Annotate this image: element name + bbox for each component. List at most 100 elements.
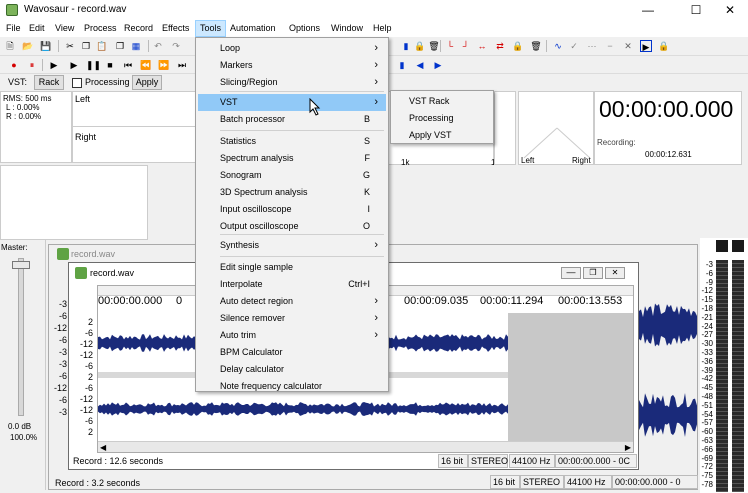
close-button[interactable]: ✕ [710,0,748,20]
play-from-start-icon[interactable]: ▶ [48,59,60,71]
crop-icon[interactable]: ▦ [130,40,142,52]
tools-menu-item[interactable]: Sonogram G [198,167,386,184]
menu-help[interactable]: Help [369,20,396,37]
menu-item-shortcut: B [363,114,370,124]
tools-menu-item[interactable]: Auto detect region › [198,293,386,310]
forward-icon[interactable]: ⏩ [158,59,170,71]
region-lock-icon[interactable]: 🔒 [512,40,524,52]
trash-icon[interactable]: 🗑 [428,40,440,52]
menu-edit[interactable]: Edit [25,20,49,37]
tools-menu-item[interactable]: VST › [198,94,386,111]
menu-view[interactable]: View [51,20,78,37]
db-tick: 2 [87,372,93,382]
tools-menu-item[interactable]: 3D Spectrum analysis K [198,184,386,201]
menu-record[interactable]: Record [120,20,157,37]
check-icon[interactable]: ✓ [568,40,580,52]
back-bits: 16 bit [490,475,520,489]
tools-menu-item[interactable]: Note frequency calculator [198,378,386,395]
vst-menu-processing[interactable]: Processing [393,110,491,127]
save-icon[interactable]: 💾 [40,40,52,52]
front-restore-button[interactable]: ❐ [583,267,603,279]
forward-end-icon[interactable]: ⏭ [176,59,188,71]
vst-menu-rack[interactable]: VST Rack [393,93,491,110]
region-end-icon[interactable]: ┘ [460,40,472,52]
menu-effects[interactable]: Effects [158,20,193,37]
tools-menu-item[interactable]: Synthesis › [198,237,386,254]
tools-menu-item[interactable]: Markers › [198,57,386,74]
menu-options[interactable]: Options [285,20,324,37]
pause-icon[interactable]: ❚❚ [86,59,101,71]
tools-menu-item[interactable]: Delay calculator [198,361,386,378]
play-icon[interactable]: ▶ [68,59,80,71]
minimize-button[interactable]: — [628,0,668,20]
timecode-2: 00:00:09.035 [404,295,469,307]
tools-menu-item[interactable]: BPM Calculator [198,344,386,361]
envelope-icon[interactable]: ∿ [552,40,564,52]
redo-icon[interactable]: ↷ [170,40,182,52]
region-merge-icon[interactable]: ⇄ [494,40,506,52]
menu-tools[interactable]: Tools [195,20,227,37]
marker-icon[interactable]: ▮ [400,40,412,52]
x-icon[interactable]: ✕ [622,40,634,52]
tools-menu-item[interactable]: Slicing/Region › [198,74,386,91]
tools-menu-item[interactable]: Interpolate Ctrl+I [198,276,386,293]
record-icon[interactable]: ● [8,59,20,71]
menu-item-label: Interpolate [220,279,263,289]
menu-file[interactable]: File [2,20,25,37]
timecode-0: 00:00:00.000 [98,295,163,307]
dotted-icon[interactable]: ⋯ [586,40,598,52]
tools-menu-item[interactable]: Batch processor B [198,111,386,128]
left-channel-label: Left [75,94,91,104]
scroll-left-icon[interactable]: ◀ [100,443,106,452]
scroll-right-icon[interactable]: ▶ [625,443,631,452]
master-slider-track[interactable] [18,258,24,416]
tools-menu-item[interactable]: Spectrum analysis F [198,150,386,167]
vst-menu-apply[interactable]: Apply VST [393,127,491,144]
vu-tick: -69 [701,453,713,463]
region-start-icon[interactable]: └ [444,40,456,52]
zoom-fit-icon[interactable]: ▶ [432,59,444,71]
record-pause-icon[interactable]: ⏸ [26,59,38,71]
region-delete-icon[interactable]: 🗑 [530,40,542,52]
copy-icon[interactable]: ❐ [80,40,92,52]
new-file-icon[interactable]: 🗎 [4,40,16,52]
lock-icon[interactable]: 🔒 [414,40,426,52]
paste-icon[interactable]: 📋 [96,40,108,52]
menu-process[interactable]: Process [80,20,121,37]
tools-menu-item[interactable]: Edit single sample [198,259,386,276]
region-split-icon[interactable]: ↔ [476,40,488,52]
tools-menu-item[interactable]: Statistics S [198,133,386,150]
tools-menu-item[interactable]: Auto trim › [198,327,386,344]
master-slider-handle[interactable] [12,261,30,269]
front-close-button[interactable]: ✕ [605,267,625,279]
dash-icon[interactable]: − [604,40,616,52]
cut-icon[interactable]: ✂ [64,40,76,52]
menu-automation[interactable]: Automation [226,20,280,37]
rewind-start-icon[interactable]: ⏮ [122,59,134,71]
front-stereo: STEREO [468,454,508,468]
stop-icon[interactable]: ■ [104,59,116,71]
envelope-lock-icon[interactable]: 🔒 [658,40,670,52]
paste-mix-icon[interactable]: ❐ [114,40,126,52]
horizontal-scrollbar[interactable]: ◀ ▶ [98,441,633,452]
play-region-icon[interactable]: ▶ [640,40,652,52]
db-tick: -3 [58,347,67,357]
rewind-icon[interactable]: ⏪ [140,59,152,71]
tools-menu-item[interactable]: Silence remover › [198,310,386,327]
db-tick: -12 [53,323,67,333]
processing-checkbox[interactable] [72,78,82,88]
menu-item-shortcut: K [363,187,370,197]
front-minimize-button[interactable]: — [561,267,581,279]
zoom-out-icon[interactable]: ◀ [414,59,426,71]
vst-rack-button[interactable]: Rack [34,75,64,90]
menu-item-label: Statistics [220,136,257,146]
tools-menu: Loop › Markers › Slicing/Region › VST › Batch pr… [195,37,389,392]
tools-menu-item[interactable]: Output oscilloscope O [198,218,386,235]
tools-menu-item[interactable]: Loop › [198,40,386,57]
tools-menu-item[interactable]: Input oscilloscope I [198,201,386,218]
menu-window[interactable]: Window [327,20,367,37]
undo-icon[interactable]: ↶ [152,40,164,52]
zoom-in-icon[interactable]: ▮ [396,59,408,71]
open-file-icon[interactable]: 📂 [22,40,34,52]
apply-button[interactable]: Apply [132,75,162,90]
